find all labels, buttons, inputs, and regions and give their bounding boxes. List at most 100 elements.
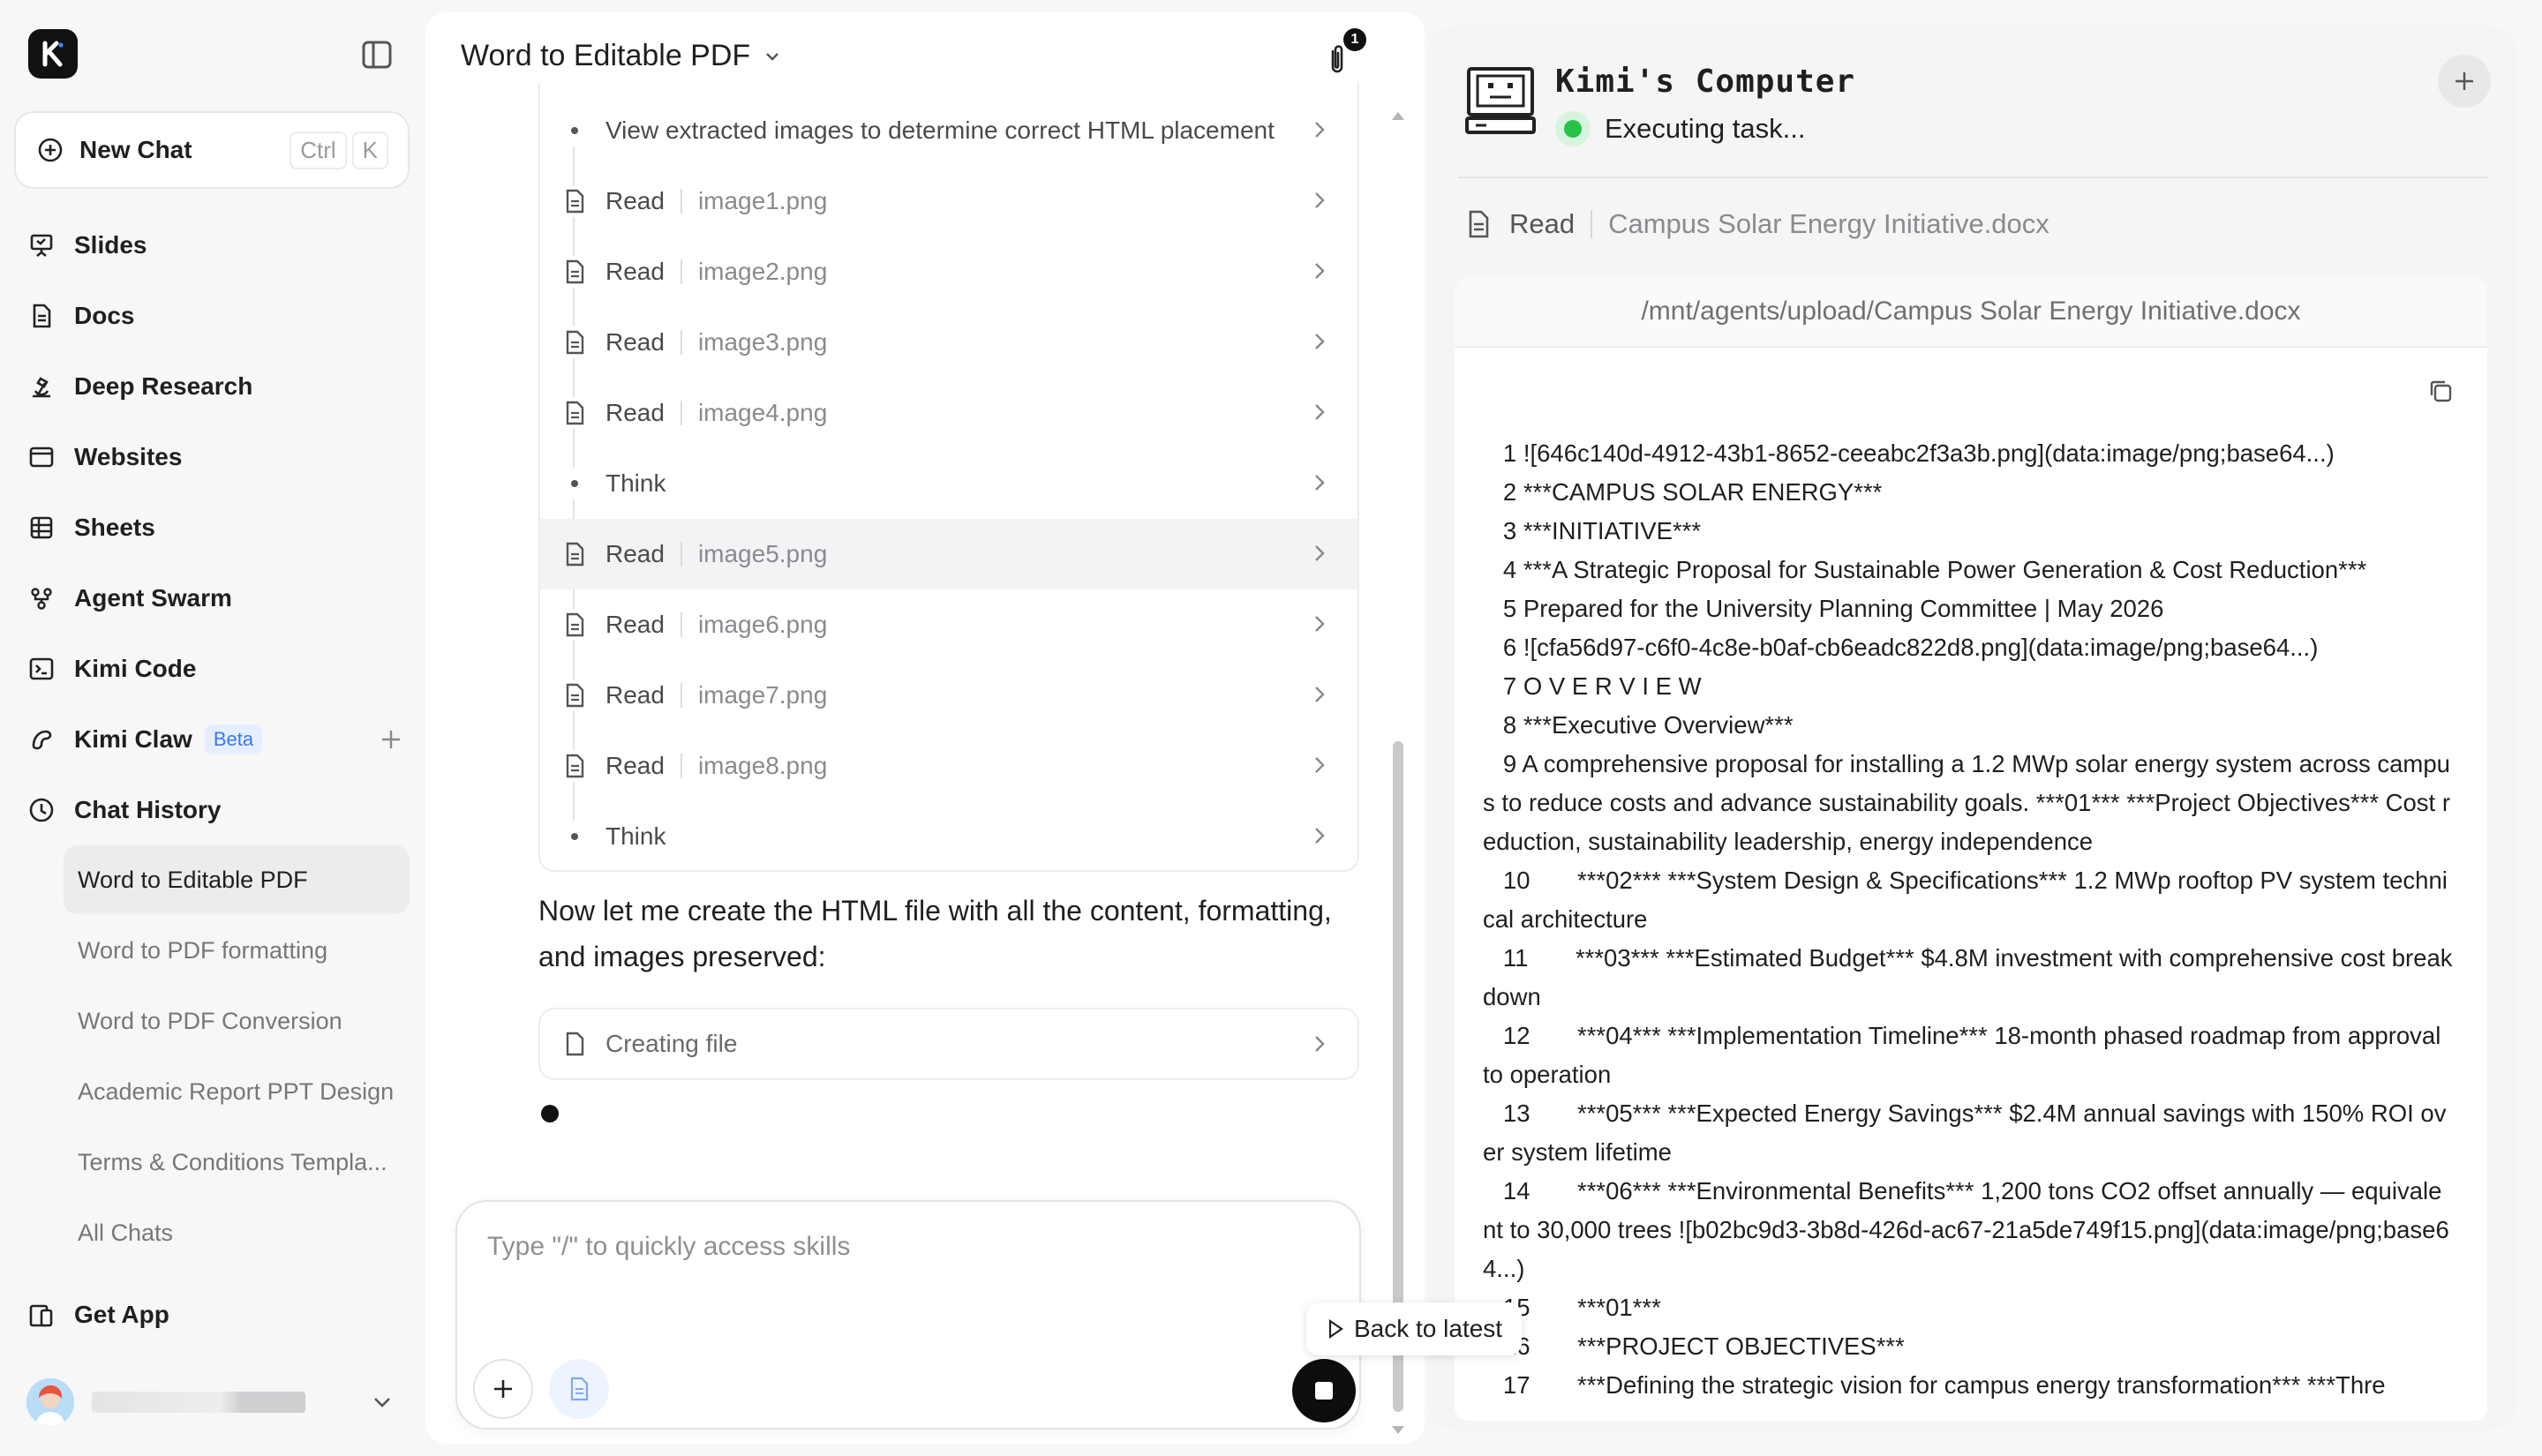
divider [1458,176,2487,178]
username-redacted [92,1392,305,1413]
file-line: 4 ***A Strategic Proposal for Sustainabl… [1483,556,2367,583]
step-label: Read [605,187,665,214]
read-step[interactable]: Read image2.png [540,236,1357,307]
claw-icon [26,724,56,754]
back-to-latest-label: Back to latest [1354,1315,1503,1342]
think-step[interactable]: Think [540,448,1357,519]
history-item[interactable]: Word to PDF formatting [64,916,410,985]
slides-icon [26,230,56,260]
read-step[interactable]: Read image7.png [540,660,1357,731]
typing-indicator [541,1105,559,1122]
file-icon [560,186,590,216]
read-step[interactable]: Read image3.png [540,307,1357,378]
chevron-right-icon [1308,681,1331,708]
chevron-down-icon [757,41,787,71]
step-file-name: image3.png [697,328,828,356]
step-file-name: image7.png [697,681,828,709]
sidebar: New Chat Ctrl K Slides Docs Deep Researc… [0,0,422,1456]
read-step[interactable]: Read image8.png [540,731,1357,801]
file-icon [1463,209,1493,239]
chat-title-dropdown[interactable]: Word to Editable PDF [461,39,787,73]
history-item[interactable]: Word to Editable PDF [64,845,410,914]
deep-research-icon [26,372,56,402]
sidebar-item-websites[interactable]: Websites [26,431,415,484]
shortcut-key-ctrl: Ctrl [290,131,347,169]
file-icon [560,680,590,710]
file-line: 1 ![646c140d-4912-43b1-8652-ceeabc2f3a3b… [1483,439,2335,467]
all-chats-link[interactable]: All Chats [64,1198,410,1267]
sidebar-item-deep-research[interactable]: Deep Research [26,360,415,413]
kimi-logo[interactable] [28,29,78,79]
scroll-up-arrow-icon[interactable] [1390,109,1406,122]
stop-generation-button[interactable] [1292,1359,1356,1422]
websites-icon [26,442,56,472]
chevron-right-icon [1308,469,1331,496]
back-to-latest-button[interactable]: Back to latest [1306,1302,1523,1355]
sidebar-item-slides[interactable]: Slides [26,219,415,272]
clock-icon [26,795,56,825]
copy-icon[interactable] [2425,376,2456,406]
message-input[interactable]: Type "/" to quickly access skills [487,1232,850,1262]
file-line: 2 ***CAMPUS SOLAR ENERGY*** [1483,478,1883,506]
scroll-down-arrow-icon[interactable] [1390,1424,1406,1437]
docs-skill-button[interactable] [549,1359,609,1419]
sidebar-item-label: Agent Swarm [74,584,232,612]
chevron-down-icon[interactable] [367,1387,397,1417]
computer-title: Kimi's Computer [1555,64,1856,100]
sidebar-item-agent-swarm[interactable]: Agent Swarm [26,572,415,625]
file-line: 14 ***06*** ***Environmental Benefits***… [1483,1177,2449,1282]
agent-swarm-icon [26,583,56,613]
sidebar-item-sheets[interactable]: Sheets [26,501,415,554]
user-menu[interactable] [26,1378,397,1426]
sidebar-toggle-icon[interactable] [360,39,395,71]
read-step[interactable]: Read image1.png [540,166,1357,236]
creating-file-step[interactable]: Creating file [538,1008,1359,1080]
computer-expand-button[interactable] [2438,55,2491,108]
sidebar-item-label: Kimi Claw [74,725,192,753]
chevron-right-icon [1308,187,1331,214]
chevron-right-icon [1308,752,1331,778]
add-claw-icon[interactable] [376,724,406,754]
chevron-right-icon [1308,258,1331,284]
sidebar-item-docs[interactable]: Docs [26,289,415,342]
step-label: View extracted images to determine corre… [605,116,1275,144]
avatar [26,1378,74,1426]
step-file-name: image1.png [697,187,828,214]
read-step[interactable]: Read image5.png [540,519,1357,589]
new-chat-button[interactable]: New Chat Ctrl K [14,111,410,189]
chevron-right-icon [1308,399,1331,425]
file-path: /mnt/agents/upload/Campus Solar Energy I… [1455,277,2487,348]
add-attachment-button[interactable] [473,1359,533,1419]
play-icon [1328,1318,1343,1340]
history-item[interactable]: Terms & Conditions Templa... [64,1128,410,1197]
file-icon [560,610,590,640]
sidebar-item-chat-history[interactable]: Chat History [26,784,415,837]
docs-icon [26,301,56,331]
attachment-count-badge: 1 [1343,28,1366,51]
read-step[interactable]: Read image6.png [540,589,1357,660]
step-file-name: image5.png [697,540,828,567]
think-step[interactable]: View extracted images to determine corre… [540,95,1357,166]
computer-panel: Kimi's Computer Executing task... Read C… [1428,26,2517,1430]
read-step[interactable]: Read image4.png [540,378,1357,448]
file-line: 5 Prepared for the University Planning C… [1483,595,2164,622]
new-chat-label: New Chat [79,136,192,163]
think-step[interactable]: Think [540,801,1357,870]
status-label: Executing task... [1605,113,1806,144]
history-item[interactable]: Academic Report PPT Design [64,1057,410,1126]
sidebar-item-kimi-code[interactable]: Kimi Code [26,642,415,695]
file-line: 6 ![cfa56d97-c6f0-4c8e-b0af-cb6eadc822d8… [1483,634,2319,661]
step-label: Read [605,611,665,638]
get-app-button[interactable]: Get App [26,1288,415,1341]
step-label: Read [605,540,665,567]
status-running-icon [1555,111,1591,146]
plus-circle-icon [35,135,65,165]
history-item[interactable]: Word to PDF Conversion [64,987,410,1055]
chevron-right-icon [1308,822,1331,849]
phone-icon [26,1300,56,1330]
current-action: Read Campus Solar Energy Initiative.docx [1463,208,2049,240]
chat-title: Word to Editable PDF [461,39,751,72]
sidebar-item-kimi-claw[interactable]: Kimi Claw Beta [26,713,415,766]
file-line: 13 ***05*** ***Expected Energy Savings**… [1483,1100,2447,1166]
file-line: 17 ***Defining the strategic vision for … [1483,1371,2386,1399]
